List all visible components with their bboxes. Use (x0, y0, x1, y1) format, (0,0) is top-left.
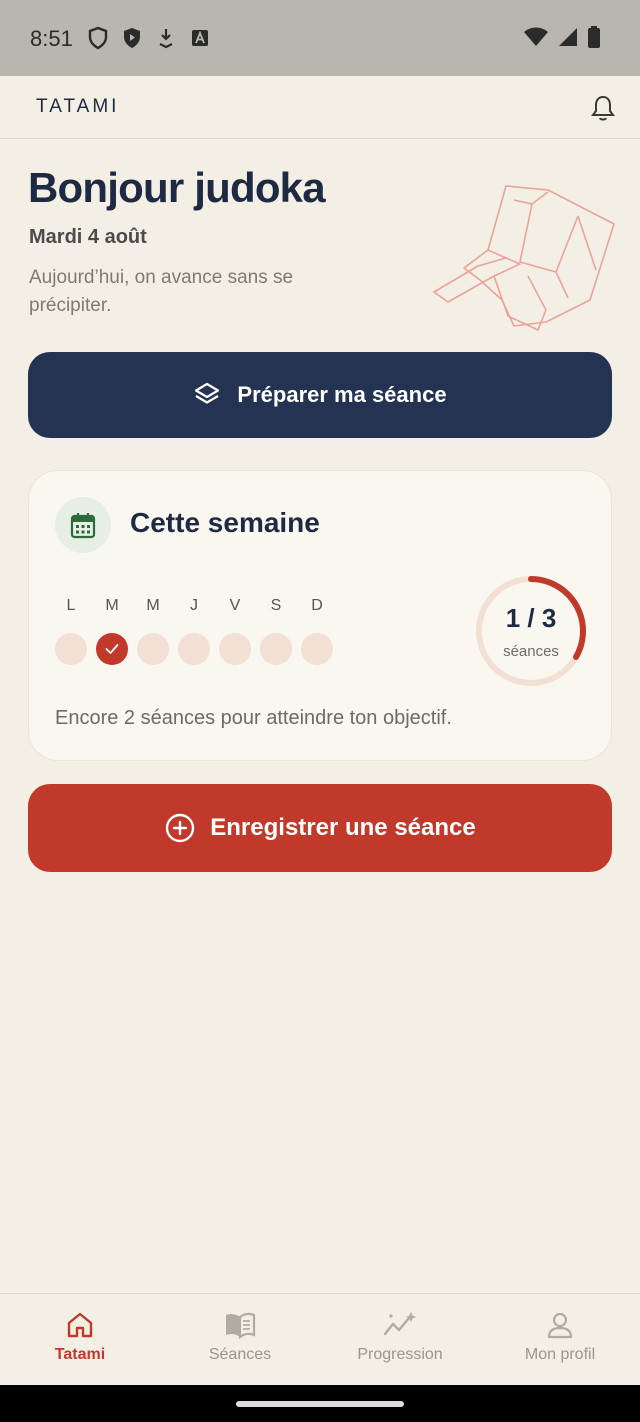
record-session-button[interactable]: Enregistrer une séance (28, 784, 612, 872)
bottom-navigation: Tatami Séances Progression Mon profil (0, 1293, 640, 1385)
day-dot (55, 633, 87, 665)
tagline: Aujourd’hui, on avance sans se précipite… (29, 267, 294, 316)
judogi-illustration (433, 185, 615, 331)
day-dot-done (96, 633, 128, 665)
week-card-footer: Encore 2 séances pour atteindre ton obje… (55, 707, 452, 729)
week-card-title: Cette semaine (130, 507, 320, 538)
nav-seances[interactable]: Séances (160, 1294, 320, 1385)
nav-label: Mon profil (524, 1346, 596, 1363)
week-card: Cette semaine L M M J V S D 1 / 3 séance… (28, 470, 612, 761)
layers-icon (195, 382, 220, 404)
font-icon (192, 30, 208, 46)
nav-tatami[interactable]: Tatami (0, 1294, 160, 1385)
prepare-session-label: Préparer ma séance (237, 382, 447, 407)
day-letter: M (105, 597, 119, 614)
bell-icon[interactable] (590, 94, 616, 122)
day-letter: L (66, 597, 76, 614)
calendar-icon (70, 513, 96, 539)
prepare-session-button[interactable]: Préparer ma séance (28, 352, 612, 438)
download-icon (159, 29, 173, 49)
progress-label: séances (503, 643, 559, 660)
system-nav-bar (0, 1385, 640, 1422)
day-dot (137, 633, 169, 665)
day-dot (301, 633, 333, 665)
day-dot (178, 633, 210, 665)
day-dot (219, 633, 251, 665)
app-title: TATAMI (36, 96, 120, 117)
day-letter: M (146, 597, 160, 614)
battery-icon (588, 26, 600, 48)
nav-label: Tatami (54, 1346, 106, 1363)
nav-label: Séances (208, 1346, 272, 1363)
progress-value: 1 / 3 (505, 603, 557, 633)
shield-icon (88, 26, 108, 50)
play-shield-icon (124, 28, 140, 48)
nav-label: Progression (357, 1346, 443, 1363)
nav-progression[interactable]: Progression (320, 1294, 480, 1385)
current-date: Mardi 4 août (29, 226, 147, 248)
status-bar: 8:51 (0, 0, 640, 76)
status-time: 8:51 (30, 26, 73, 51)
greeting-heading: Bonjour judoka (28, 164, 326, 211)
day-tuesday: M (96, 597, 128, 665)
day-sunday: D (301, 597, 333, 665)
signal-icon (559, 28, 577, 46)
day-letter: S (270, 597, 282, 614)
day-letter: V (229, 597, 241, 614)
user-icon (547, 1312, 573, 1339)
app-bar: TATAMI (0, 76, 640, 139)
day-thursday: J (178, 597, 210, 665)
progress-ring: 1 / 3 séances (473, 573, 589, 689)
home-icon (67, 1312, 93, 1338)
book-icon (226, 1312, 256, 1340)
sparkle-chart-icon (383, 1312, 416, 1336)
status-notification-icons (88, 26, 210, 50)
day-dot (260, 633, 292, 665)
day-saturday: S (260, 597, 292, 665)
record-session-label: Enregistrer une séance (210, 814, 476, 841)
status-system-icons (524, 26, 600, 48)
plus-circle-icon (166, 813, 195, 843)
check-icon (105, 644, 119, 654)
home-gesture-handle[interactable] (236, 1401, 404, 1407)
wifi-icon (524, 27, 548, 46)
day-letter: J (190, 597, 198, 614)
weekday-tracker: L M M J V S D (55, 597, 333, 665)
day-friday: V (219, 597, 251, 665)
day-letter: D (311, 597, 323, 614)
calendar-badge (55, 497, 111, 553)
day-monday: L (55, 597, 87, 665)
nav-profile[interactable]: Mon profil (480, 1294, 640, 1385)
day-wednesday: M (137, 597, 169, 665)
